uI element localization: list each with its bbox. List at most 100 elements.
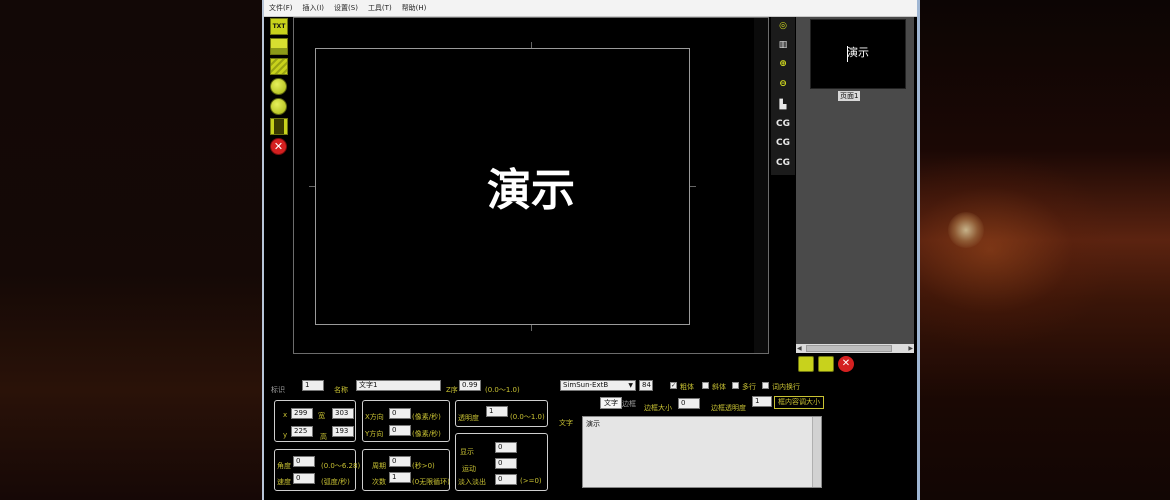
scrollbar-thumb[interactable] xyxy=(806,345,892,352)
cg-close-icon[interactable]: CG xyxy=(773,154,793,172)
z-label: Z序 xyxy=(446,386,458,394)
zoom-out-icon[interactable]: ⊖ xyxy=(773,75,793,93)
z-range: (0.0～1.0) xyxy=(485,386,520,394)
desktop-background-left xyxy=(0,0,262,500)
text-insert-icon[interactable]: TXT xyxy=(270,18,288,35)
border-size-field[interactable]: 0 xyxy=(678,398,700,409)
fit-size-button[interactable]: 框内容调大小 xyxy=(774,396,824,409)
motion-field[interactable]: 0 xyxy=(495,458,517,469)
fade-unit: (>=0) xyxy=(520,477,542,485)
target-icon[interactable]: ◎ xyxy=(773,17,793,35)
sunset-glow xyxy=(920,150,1120,350)
period-field[interactable]: 0 xyxy=(389,456,411,467)
xdir-label: X方向 xyxy=(365,413,384,421)
italic-checkbox[interactable] xyxy=(702,382,709,389)
menu-insert[interactable]: 插入(I) xyxy=(298,3,330,13)
zoom-in-icon[interactable]: ⊕ xyxy=(773,55,793,73)
ydir-field[interactable]: 0 xyxy=(389,425,411,436)
font-size-field[interactable]: 84 xyxy=(639,380,653,391)
font-select-value: SimSun-ExtB xyxy=(563,381,609,389)
thumbnail-text: 演示 xyxy=(847,46,869,59)
filmstrip-icon[interactable]: ▥ xyxy=(773,36,793,54)
boot-icon[interactable]: ▙ xyxy=(773,96,793,114)
y-label: y xyxy=(283,431,288,439)
speed-unit: (弧度/秒) xyxy=(321,478,350,486)
film-icon[interactable] xyxy=(270,118,288,135)
name-field[interactable]: 文字1 xyxy=(356,380,441,391)
width-label: 宽 xyxy=(318,412,325,420)
canvas-text-object[interactable]: 演示 xyxy=(294,18,768,353)
chevron-down-icon: ▼ xyxy=(628,382,633,389)
text-area-scrollbar[interactable] xyxy=(812,417,821,487)
angle-field[interactable]: 0 xyxy=(293,456,315,467)
name-label: 名称 xyxy=(334,386,348,394)
period-unit: (秒>0) xyxy=(412,462,435,470)
menu-bar: 文件(F) 插入(I) 设置(S) 工具(T) 帮助(H) xyxy=(264,0,917,17)
width-field[interactable]: 303 xyxy=(332,408,354,419)
wrap-checkbox[interactable] xyxy=(762,382,769,389)
right-toolbar: ◎ ▥ ⊕ ⊖ ▙ CG CG CG xyxy=(771,17,795,175)
border-size-label: 边框大小 xyxy=(644,404,672,412)
menu-file[interactable]: 文件(F) xyxy=(264,3,298,13)
cg-up-icon[interactable]: CG xyxy=(773,134,793,152)
font-select[interactable]: SimSun-ExtB ▼ xyxy=(560,380,636,391)
copy-page-icon[interactable] xyxy=(818,356,834,372)
speed-field[interactable]: 0 xyxy=(293,473,315,484)
text-content-area[interactable]: 演示 xyxy=(582,416,822,488)
id-field[interactable]: 1 xyxy=(302,380,324,391)
ydir-unit: (像素/秒) xyxy=(412,430,441,438)
tab-text[interactable]: 文字 xyxy=(600,397,622,409)
scroll-right-icon[interactable]: ▶ xyxy=(908,344,913,353)
property-panel: 标识 1 名称 文字1 Z序 0.99 (0.0～1.0) x 299 宽 30… xyxy=(264,376,917,500)
add-page-icon[interactable] xyxy=(798,356,814,372)
speed-label: 速度 xyxy=(277,478,291,486)
height-field[interactable]: 193 xyxy=(332,426,354,437)
delete-icon[interactable]: ✕ xyxy=(270,138,287,155)
x-field[interactable]: 299 xyxy=(291,408,313,419)
fade-label: 淡入淡出 xyxy=(458,478,486,486)
menu-settings[interactable]: 设置(S) xyxy=(329,3,363,13)
opacity-range: (0.0～1.0) xyxy=(510,413,545,421)
menu-help[interactable]: 帮助(H) xyxy=(397,3,432,13)
show-field[interactable]: 0 xyxy=(495,442,517,453)
menu-tools[interactable]: 工具(T) xyxy=(363,3,397,13)
text-content-value: 演示 xyxy=(586,420,600,428)
bold-checkbox[interactable]: ✓ xyxy=(670,382,677,389)
refresh-icon[interactable] xyxy=(270,98,287,115)
y-field[interactable]: 225 xyxy=(291,426,313,437)
opacity-field[interactable]: 1 xyxy=(486,406,508,417)
count-label: 次数 xyxy=(372,478,386,486)
editor-window: 文件(F) 插入(I) 设置(S) 工具(T) 帮助(H) TXT ✕ 演示 ◎… xyxy=(262,0,920,500)
bold-label: 粗体 xyxy=(680,383,694,391)
tab-border[interactable]: 边框 xyxy=(622,399,636,409)
height-label: 高 xyxy=(320,433,327,441)
x-label: x xyxy=(283,411,288,419)
page-list-scrollbar[interactable]: ◀ ▶ xyxy=(796,344,914,353)
cg-down-icon[interactable]: CG xyxy=(773,115,793,133)
z-field[interactable]: 0.99 xyxy=(459,380,481,391)
multiline-checkbox[interactable] xyxy=(732,382,739,389)
page-thumbnail[interactable]: 演示 xyxy=(810,19,906,89)
delete-page-icon[interactable]: ✕ xyxy=(838,356,854,372)
border-opacity-label: 边框透明度 xyxy=(711,404,746,412)
page-label[interactable]: 页面1 xyxy=(838,91,861,101)
layers-icon[interactable] xyxy=(270,58,288,75)
count-field[interactable]: 1 xyxy=(389,472,411,483)
ydir-label: Y方向 xyxy=(365,430,384,438)
xdir-unit: (像素/秒) xyxy=(412,413,441,421)
image-insert-icon[interactable] xyxy=(270,38,288,55)
angle-range: (0.0～6.28) xyxy=(321,462,361,470)
italic-label: 斜体 xyxy=(712,383,726,391)
clock-icon[interactable] xyxy=(270,78,287,95)
id-label: 标识 xyxy=(271,386,285,394)
page-list-panel: 演示 页面1 ◀ ▶ xyxy=(796,17,914,353)
xdir-field[interactable]: 0 xyxy=(389,408,411,419)
fade-field[interactable]: 0 xyxy=(495,474,517,485)
scroll-left-icon[interactable]: ◀ xyxy=(797,344,802,353)
border-opacity-field[interactable]: 1 xyxy=(752,396,772,407)
desktop-background-right xyxy=(920,0,1170,500)
multiline-label: 多行 xyxy=(742,383,756,391)
wrap-label: 词内换行 xyxy=(772,383,800,391)
stage-canvas[interactable]: 演示 xyxy=(293,17,769,354)
period-label: 周期 xyxy=(372,462,386,470)
